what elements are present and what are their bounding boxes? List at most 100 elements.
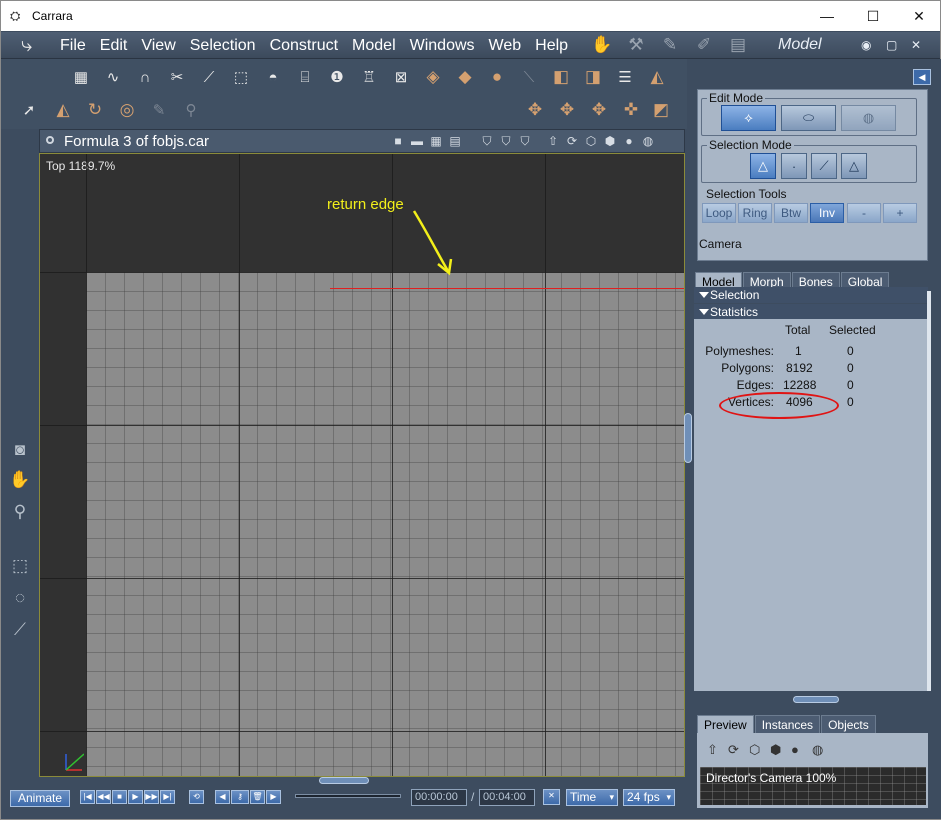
close-button[interactable]: ✕ (896, 1, 941, 31)
animate-button[interactable]: Animate (10, 790, 70, 807)
panel-scrollbar[interactable] (927, 291, 931, 691)
between-button[interactable]: Btw (774, 203, 808, 223)
close-room-icon[interactable]: ✕ (911, 38, 921, 52)
prev-key-icon[interactable]: ◀ (215, 790, 230, 804)
time-slider[interactable] (295, 794, 401, 798)
side-splitter[interactable] (684, 413, 692, 463)
box-select-tool-icon[interactable]: ⊠ (389, 65, 413, 89)
sweep-tool-icon[interactable]: ❶ (325, 65, 349, 89)
lasso-select-icon[interactable]: ◌ (7, 585, 33, 611)
tab-preview[interactable]: Preview (697, 715, 754, 733)
wireframe-cube-icon[interactable]: ⬡ (749, 742, 765, 758)
scale-tool-icon[interactable]: ◎ (115, 98, 139, 122)
goblet-tool-icon[interactable]: ♖ (357, 65, 381, 89)
shield-view-3-icon[interactable]: ⛉ (517, 133, 533, 149)
warp-tool-icon[interactable]: ◭ (645, 65, 669, 89)
slice-tool-icon[interactable]: ☰ (613, 65, 637, 89)
menu-construct[interactable]: Construct (263, 36, 345, 56)
move-tool-icon[interactable]: ◭ (51, 98, 75, 122)
arrow-up-icon[interactable]: ⇧ (707, 742, 723, 758)
menu-view[interactable]: View (134, 36, 182, 56)
delete-key-icon[interactable]: 🗑 (250, 790, 265, 804)
layout-triple-icon[interactable]: ▤ (447, 133, 463, 149)
dome-tool-icon[interactable]: ◓ (261, 65, 285, 89)
add-point-tool-icon[interactable]: ⟋ (197, 65, 221, 89)
edit-vertex-mode-button[interactable]: ⟡ (721, 105, 776, 131)
hand-pan-icon[interactable]: ✋ (7, 467, 33, 493)
scissors-tool-icon[interactable]: ✂ (165, 65, 189, 89)
time-mode-select[interactable]: Time ▾ (566, 789, 618, 806)
solid-cube-icon[interactable]: ⬢ (770, 742, 786, 758)
translate-axis-icon[interactable]: ✥ (587, 98, 611, 122)
render-room-icon[interactable]: ▤ (725, 34, 751, 56)
camera-icon[interactable]: ◙ (7, 437, 33, 463)
rotate-tool-icon[interactable]: ↻ (83, 98, 107, 122)
layout-quad-icon[interactable]: ▦ (428, 133, 444, 149)
universal-gizmo-icon[interactable]: ✜ (619, 98, 643, 122)
edit-uv-mode-button[interactable]: ◍ (841, 105, 896, 131)
viewport-splitter[interactable] (319, 777, 369, 784)
translate-gizmo-icon[interactable]: ✥ (523, 98, 547, 122)
edit-deform-mode-button[interactable]: ⬭ (781, 105, 836, 131)
menu-model[interactable]: Model (345, 36, 403, 56)
bezier-tool-icon[interactable]: ∿ (101, 65, 125, 89)
invert-button[interactable]: Inv (810, 203, 844, 223)
loop-icon[interactable]: ⟲ (189, 790, 204, 804)
vertex-select-mode-button[interactable]: · (781, 153, 807, 179)
shaded-sphere-icon[interactable]: ● (621, 133, 637, 149)
menu-web[interactable]: Web (482, 36, 529, 56)
lathe-tool-icon[interactable]: ⌸ (293, 65, 317, 89)
bevel-tool-icon[interactable]: ◨ (581, 65, 605, 89)
layout-single-icon[interactable]: ■ (390, 133, 406, 149)
assemble-room-icon[interactable]: ✋ (589, 34, 615, 56)
textured-sphere-icon[interactable]: ◍ (640, 133, 656, 149)
extrude-tool-icon[interactable]: ◧ (549, 65, 573, 89)
edge-select-mode-button[interactable]: ⟋ (811, 153, 837, 179)
current-time-field[interactable]: 00:00:00 (411, 789, 467, 806)
marquee-select-icon[interactable]: ⬚ (7, 553, 33, 579)
face-select-mode-button[interactable]: △ (841, 153, 867, 179)
viewport-menu-icon[interactable] (46, 136, 54, 144)
rotate-camera-icon[interactable]: ⟳ (728, 742, 744, 758)
translate-plane-icon[interactable]: ✥ (555, 98, 579, 122)
sphere-tool-icon[interactable]: ● (485, 65, 509, 89)
polymesh-surface[interactable] (86, 272, 684, 776)
tween-close-icon[interactable]: ✕ (543, 789, 560, 805)
object-select-mode-button[interactable]: △ (750, 153, 776, 179)
menu-file[interactable]: File (53, 36, 93, 56)
next-key-icon[interactable]: ▶ (266, 790, 281, 804)
cube-tool-icon[interactable]: ◈ (421, 65, 445, 89)
tab-objects[interactable]: Objects (821, 715, 876, 733)
menu-selection[interactable]: Selection (183, 36, 263, 56)
wireframe-cube-icon[interactable]: ⬡ (583, 133, 599, 149)
statistics-section-header[interactable]: Statistics (694, 304, 928, 320)
arrow-tool-icon[interactable]: ➚ (17, 98, 41, 122)
collapse-panel-icon[interactable]: ◀ (913, 69, 931, 85)
panel-splitter[interactable] (793, 696, 839, 703)
texture-room-icon[interactable]: ✐ (691, 34, 717, 56)
3d-viewport[interactable]: Top 1189.7% return edge (39, 153, 685, 777)
go-start-icon[interactable]: |◀ (80, 790, 95, 804)
menu-help[interactable]: Help (528, 36, 575, 56)
solid-cube-icon[interactable]: ⬢ (602, 133, 618, 149)
maximize-button[interactable]: ☐ (850, 1, 896, 31)
selection-section-header[interactable]: Selection (694, 287, 928, 303)
fast-forward-icon[interactable]: ▶▶ (144, 790, 159, 804)
menu-windows[interactable]: Windows (403, 36, 482, 56)
rotate-camera-icon[interactable]: ⟳ (564, 133, 580, 149)
menu-edit[interactable]: Edit (93, 36, 135, 56)
go-end-icon[interactable]: ▶| (160, 790, 175, 804)
shield-view-2-icon[interactable]: ⛉ (498, 133, 514, 149)
grow-button[interactable]: + (883, 203, 917, 223)
ring-button[interactable]: Ring (738, 203, 772, 223)
restore-panel-icon[interactable]: ▢ (886, 38, 897, 52)
grid-tool-icon[interactable]: ▦ (69, 65, 93, 89)
paint-select-icon[interactable]: ⟋ (7, 617, 33, 643)
magnet-tool-icon[interactable]: ∩ (133, 65, 157, 89)
storyboard-room-icon[interactable]: ✎ (657, 34, 683, 56)
end-time-field[interactable]: 00:04:00 (479, 789, 535, 806)
eye-icon[interactable]: ◉ (861, 38, 871, 52)
shield-view-icon[interactable]: ⛉ (479, 133, 495, 149)
shrink-button[interactable]: - (847, 203, 881, 223)
rewind-icon[interactable]: ◀◀ (96, 790, 111, 804)
